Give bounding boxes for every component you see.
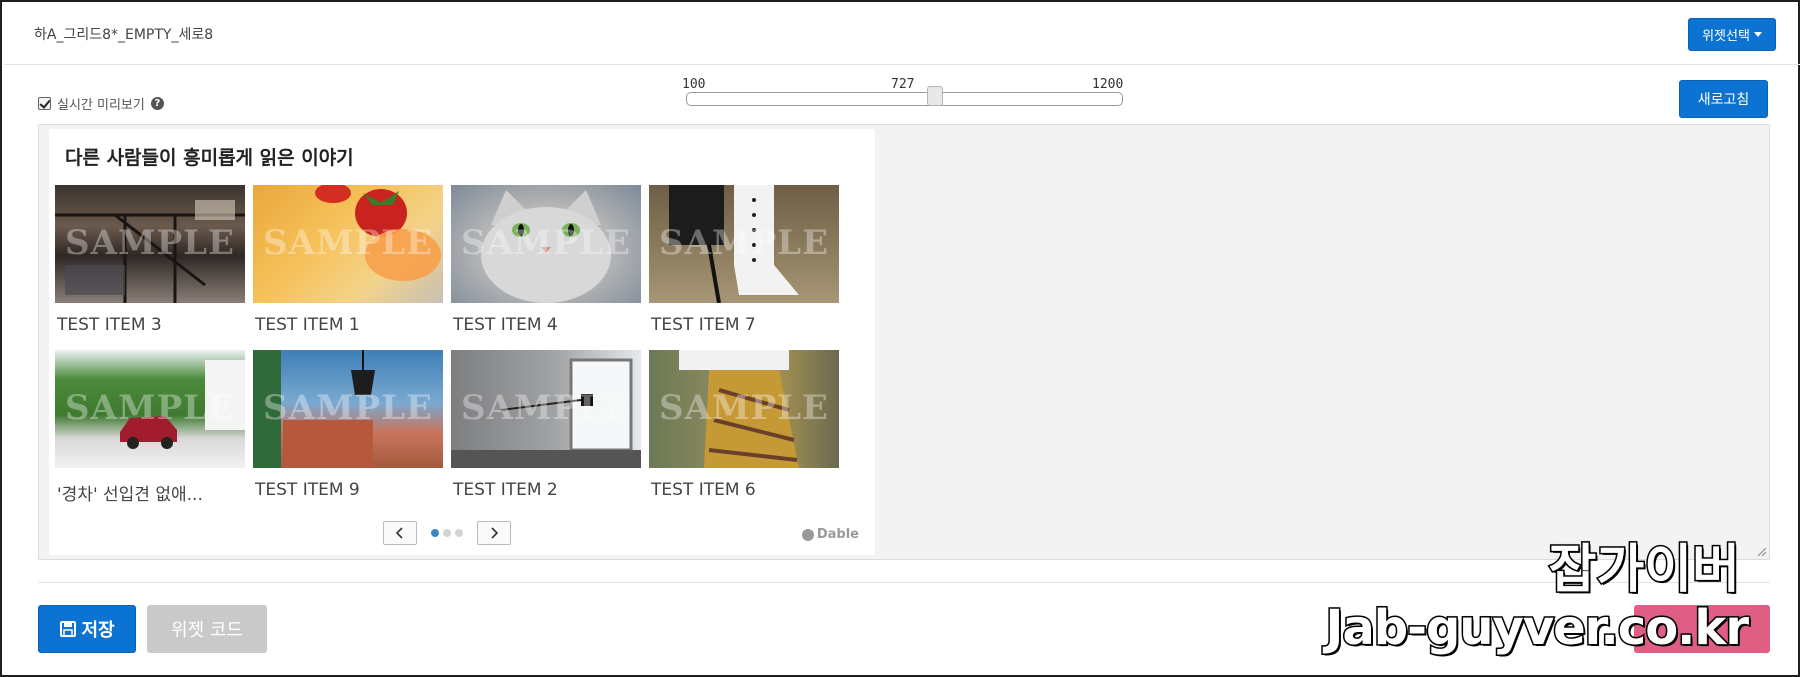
sample-watermark: SAMPLE <box>65 388 235 428</box>
slider-min-label: 100 <box>682 77 706 92</box>
prev-page-button[interactable] <box>383 521 417 545</box>
widget-title: 다른 사람들이 흥미롭게 읽은 이야기 <box>65 147 354 169</box>
widget-item[interactable]: SAMPLE TEST ITEM 6 <box>649 350 839 500</box>
app-frame: 하A_그리드8*_EMPTY_세로8 위젯선택 실시간 미리보기 ? 100 7… <box>0 0 1800 677</box>
live-preview-toggle[interactable]: 실시간 미리보기 ? <box>38 94 164 113</box>
floppy-disk-icon <box>60 621 77 637</box>
sample-watermark: SAMPLE <box>659 223 829 263</box>
chevron-left-icon <box>395 527 403 539</box>
save-button[interactable]: 저장 <box>38 605 136 653</box>
widget-item-label[interactable]: TEST ITEM 7 <box>651 315 839 335</box>
widget-item[interactable]: SAMPLE TEST ITEM 2 <box>451 350 641 500</box>
widget-item[interactable]: SAMPLE TEST ITEM 7 <box>649 185 839 335</box>
interior-loft-image[interactable]: SAMPLE <box>55 185 245 303</box>
widget-item-label[interactable]: '경차' 선입견 없애... <box>57 480 245 505</box>
grey-kitten-image[interactable]: SAMPLE <box>451 185 641 303</box>
watermark-url: Jab-guyver.co.kr <box>1324 599 1751 658</box>
widget-select-label: 위젯선택 <box>1702 29 1750 44</box>
width-slider-track[interactable] <box>686 92 1123 106</box>
panel-title: 하A_그리드8*_EMPTY_세로8 <box>34 27 214 43</box>
refresh-button[interactable]: 새로고침 <box>1679 80 1768 118</box>
pager-dot[interactable] <box>443 529 451 537</box>
widget-select-button[interactable]: 위젯선택 <box>1688 18 1776 51</box>
lace-up-boots-image[interactable]: SAMPLE <box>649 185 839 303</box>
caret-down-icon <box>1753 32 1762 37</box>
dable-mark-icon <box>801 528 814 541</box>
sample-watermark: SAMPLE <box>65 223 235 263</box>
widget-code-button[interactable]: 위젯 코드 <box>147 605 267 653</box>
watermark-brand: 잡가이버 <box>1547 539 1741 602</box>
widget-item-label[interactable]: TEST ITEM 3 <box>57 315 245 335</box>
pager <box>383 521 511 545</box>
widget-item[interactable]: SAMPLE TEST ITEM 4 <box>451 185 641 335</box>
widget-item[interactable]: SAMPLE TEST ITEM 3 <box>55 185 245 335</box>
live-preview-label: 실시간 미리보기 <box>57 98 145 113</box>
red-car-street-image[interactable]: SAMPLE <box>55 350 245 468</box>
help-icon[interactable]: ? <box>150 97 164 110</box>
widget-item-label[interactable]: TEST ITEM 1 <box>255 315 443 335</box>
sample-watermark: SAMPLE <box>263 223 433 263</box>
resize-grip-icon[interactable] <box>1757 547 1767 557</box>
strawberry-drink-image[interactable]: SAMPLE <box>253 185 443 303</box>
widget-item-label[interactable]: TEST ITEM 9 <box>255 480 443 500</box>
pager-dots <box>431 529 463 537</box>
sample-watermark: SAMPLE <box>461 388 631 428</box>
footer-divider <box>38 582 1770 583</box>
save-label: 저장 <box>81 620 115 641</box>
widget-item-label[interactable]: TEST ITEM 6 <box>651 480 839 500</box>
preview-area: 다른 사람들이 흥미롭게 읽은 이야기 SAMPLE TEST ITEM 3 S… <box>38 124 1770 560</box>
widget-item[interactable]: SAMPLE TEST ITEM 1 <box>253 185 443 335</box>
widget-item[interactable]: SAMPLE TEST ITEM 9 <box>253 350 443 500</box>
recommendation-widget: 다른 사람들이 흥미롭게 읽은 이야기 SAMPLE TEST ITEM 3 S… <box>49 129 875 555</box>
widget-item-label[interactable]: TEST ITEM 4 <box>453 315 641 335</box>
dable-brand: Dable <box>816 527 859 542</box>
next-page-button[interactable] <box>477 521 511 545</box>
widget-item-label[interactable]: TEST ITEM 2 <box>453 480 641 500</box>
pager-dot[interactable] <box>431 529 439 537</box>
patterned-skirt-image[interactable]: SAMPLE <box>649 350 839 468</box>
panel-header: 하A_그리드8*_EMPTY_세로8 위젯선택 <box>4 4 1800 65</box>
grey-room-lamp-image[interactable]: SAMPLE <box>451 350 641 468</box>
width-slider-handle[interactable] <box>927 86 944 106</box>
live-preview-checkbox[interactable] <box>38 97 51 110</box>
slider-current-label: 727 <box>891 77 915 92</box>
widget-item[interactable]: SAMPLE '경차' 선입견 없애... <box>55 350 245 505</box>
dable-logo[interactable]: Dable <box>801 527 859 542</box>
sample-watermark: SAMPLE <box>461 223 631 263</box>
chevron-right-icon <box>491 527 499 539</box>
slider-max-label: 1200 <box>1092 77 1124 92</box>
pager-dot[interactable] <box>455 529 463 537</box>
lamp-town-view-image[interactable]: SAMPLE <box>253 350 443 468</box>
sample-watermark: SAMPLE <box>263 388 433 428</box>
sample-watermark: SAMPLE <box>659 388 829 428</box>
